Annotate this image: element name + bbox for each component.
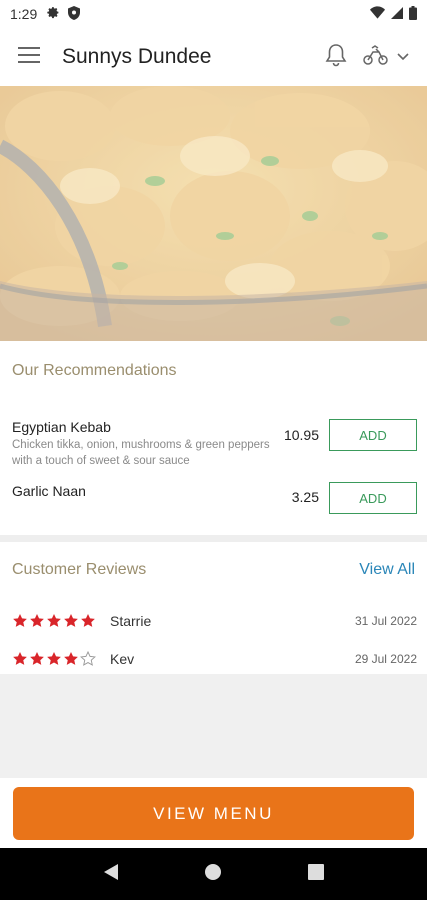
reviews-title: Customer Reviews (12, 561, 147, 578)
add-button[interactable]: ADD (329, 419, 417, 451)
star-icon (30, 614, 44, 627)
view-all-link[interactable]: View All (359, 561, 415, 579)
star-rating (12, 613, 96, 629)
scooter-icon (363, 44, 389, 70)
delivery-mode-toggle[interactable] (363, 44, 409, 70)
bell-icon[interactable] (325, 43, 347, 72)
reviews-section: Customer Reviews View All Starrie 31 Jul… (0, 542, 427, 674)
item-price: 10.95 (283, 427, 319, 443)
settings-gear-icon (47, 6, 60, 22)
star-icon (30, 652, 44, 665)
back-icon[interactable] (103, 863, 119, 886)
status-bar: 1:29 (0, 0, 427, 28)
empty-space (0, 674, 427, 778)
battery-icon (409, 5, 417, 23)
chevron-down-icon (397, 48, 409, 66)
page-title: Sunnys Dundee (62, 45, 212, 68)
view-menu-button[interactable]: VIEW MENU (13, 787, 414, 840)
section-divider (0, 535, 427, 542)
recommendation-item: Garlic Naan 3.25 ADD (12, 482, 417, 515)
recommendations-title: Our Recommendations (12, 362, 177, 379)
star-outline-icon (80, 651, 96, 666)
menu-hamburger-icon[interactable] (18, 46, 40, 69)
add-button[interactable]: ADD (329, 482, 417, 514)
recommendations-section: Our Recommendations Egyptian Kebab Chick… (0, 341, 427, 535)
star-icon (13, 614, 27, 627)
system-nav-bar (0, 848, 427, 900)
reviewer-name: Starrie (110, 613, 152, 629)
review-date: 29 Jul 2022 (354, 652, 417, 666)
recents-icon[interactable] (308, 863, 325, 885)
wifi-icon (370, 6, 385, 22)
review-date: 31 Jul 2022 (354, 614, 417, 628)
star-icon (47, 652, 61, 665)
star-rating (12, 651, 96, 667)
star-icon (64, 652, 78, 665)
shield-icon (68, 5, 81, 23)
home-icon[interactable] (204, 863, 222, 886)
app-bar: Sunnys Dundee (0, 28, 427, 86)
review-row: Starrie 31 Jul 2022 (12, 610, 417, 632)
star-icon (81, 614, 95, 627)
item-description: Chicken tikka, onion, mushrooms & green … (12, 439, 270, 467)
item-price: 3.25 (291, 489, 319, 505)
recommendation-item: Egyptian Kebab Chicken tikka, onion, mus… (12, 419, 417, 469)
status-right (370, 5, 417, 23)
review-row: Kev 29 Jul 2022 (12, 648, 417, 670)
signal-icon (391, 6, 403, 22)
star-icon (13, 652, 27, 665)
bottom-action-bar: VIEW MENU (0, 778, 427, 848)
status-time: 1:29 (10, 6, 38, 22)
hero-food-image (0, 86, 427, 341)
star-icon (64, 614, 78, 627)
reviewer-name: Kev (110, 651, 135, 667)
header-actions (325, 43, 409, 72)
star-icon (47, 614, 61, 627)
